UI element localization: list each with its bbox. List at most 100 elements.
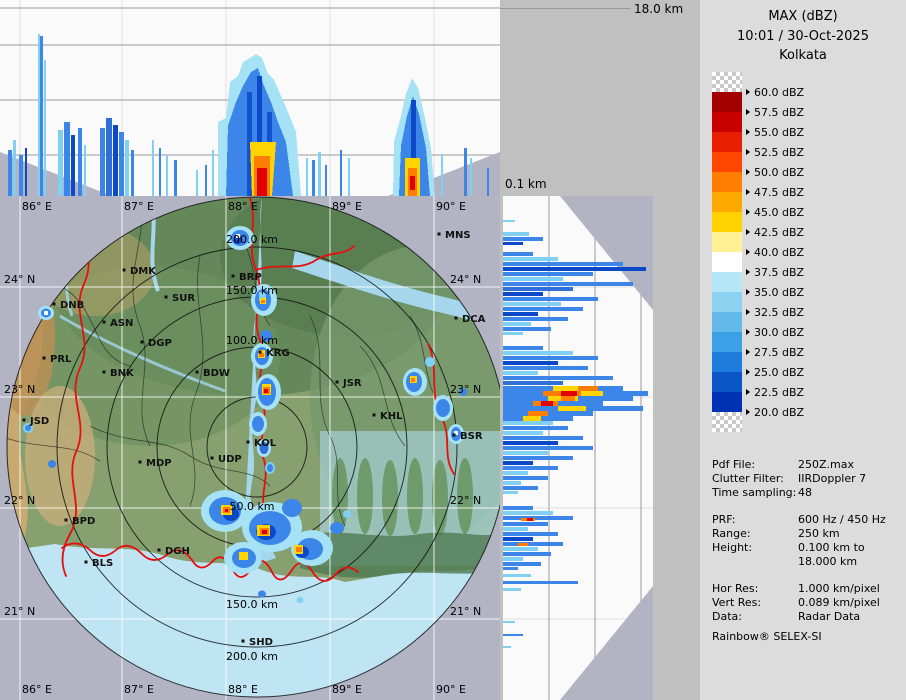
right-cross-section-plot	[503, 196, 653, 700]
city-label: KOL	[254, 438, 277, 449]
min-height-label: 0.1 km	[505, 177, 547, 191]
scale-color-swatch	[712, 112, 742, 132]
scale-row: 30.0 dBZ	[712, 312, 902, 339]
city-dot	[231, 274, 235, 278]
meta-row: Data: Radar Data	[712, 610, 904, 624]
city-label: BSR	[460, 431, 483, 442]
meta-label	[712, 555, 798, 569]
radar-display-screen: 18.0 km 0.1 km 86° E 86° E 87° E 87° E 8…	[0, 0, 906, 700]
city-dot	[84, 560, 88, 564]
city-label: JSD	[29, 416, 49, 427]
city-dot	[64, 518, 68, 522]
city-dot	[258, 350, 262, 354]
range-ring-label: 150.0 km	[226, 284, 278, 297]
city-dot	[22, 418, 26, 422]
city-dot	[102, 320, 106, 324]
longitude-label: 87° E	[124, 200, 154, 213]
scale-color-swatch	[712, 172, 742, 192]
legend-header: MAX (dBZ) 10:01 / 30-Oct-2025 Kolkata	[700, 0, 906, 66]
range-ring-label: 100.0 km	[226, 334, 278, 347]
scale-row: 32.5 dBZ	[712, 292, 902, 319]
meta-value: 600 Hz / 450 Hz	[798, 513, 886, 526]
city-label: KHL	[380, 411, 403, 422]
latitude-label: 21° N	[4, 605, 35, 618]
scale-color-swatch	[712, 392, 742, 412]
scan-datetime: 10:01 / 30-Oct-2025	[737, 28, 869, 44]
scale-row: 25.0 dBZ	[712, 352, 902, 379]
meta-label: PRF:	[712, 513, 736, 526]
scale-color-swatch	[712, 152, 742, 172]
meta-value: 48	[798, 486, 812, 499]
scale-color-swatch	[712, 352, 742, 372]
scale-row: 20.0 dBZ	[712, 392, 902, 419]
scale-row	[712, 412, 902, 432]
city-dot	[452, 433, 456, 437]
meta-row: Time sampling: 48	[712, 486, 904, 500]
map-panel: 86° E 86° E 87° E 87° E 88° E 88° E 89° E 89° E…	[0, 196, 508, 700]
top-panel-echoes	[8, 34, 489, 196]
meta-value: Radar Data	[798, 610, 861, 623]
latitude-label: 24° N	[450, 273, 481, 286]
city-dot	[210, 456, 214, 460]
meta-value: 18.000 km	[798, 555, 858, 568]
city-dot	[195, 370, 199, 374]
scale-row: 27.5 dBZ	[712, 332, 902, 359]
city-label: BLS	[92, 558, 113, 569]
meta-value: 1.000 km/pixel	[798, 582, 880, 595]
range-ring-label: 200.0 km	[226, 650, 278, 663]
city-label: DNB	[60, 300, 84, 311]
scale-row: 45.0 dBZ	[712, 192, 902, 219]
scale-color-swatch	[712, 372, 742, 392]
meta-label: Clutter Filter:	[712, 472, 784, 485]
city-dot	[102, 370, 106, 374]
city-dot	[138, 460, 142, 464]
city-label: MDP	[146, 458, 172, 469]
latitude-label: 23° N	[450, 383, 481, 396]
top-cross-section-panel	[0, 0, 500, 196]
scale-row: 40.0 dBZ	[712, 232, 902, 259]
city-dot	[164, 295, 168, 299]
city-dot	[52, 302, 56, 306]
city-dot	[454, 316, 458, 320]
longitude-label: 86° E	[22, 683, 52, 696]
top-cross-section-plot	[0, 0, 500, 196]
range-ring-label: 50.0 km	[229, 500, 274, 513]
city-dot	[42, 356, 46, 360]
radar-map: 86° E 86° E 87° E 87° E 88° E 88° E 89° E 89° E…	[0, 196, 508, 700]
meta-label: Height:	[712, 541, 753, 554]
meta-label: Time sampling:	[712, 486, 797, 499]
city-label: DGP	[148, 338, 172, 349]
longitude-label: 90° E	[436, 200, 466, 213]
longitude-label: 88° E	[228, 200, 258, 213]
city-label: PRL	[50, 354, 72, 365]
city-label: BPD	[72, 516, 95, 527]
legend-panel: MAX (dBZ) 10:01 / 30-Oct-2025 Kolkata 60…	[700, 0, 906, 700]
height-axis-line	[500, 8, 630, 9]
longitude-label: 89° E	[332, 683, 362, 696]
city-dot	[122, 268, 126, 272]
scale-color-swatch	[712, 412, 742, 432]
product-metadata: Pdf File: 250Z.max Clutter Filter: IIRDoppl…	[712, 458, 904, 624]
meta-value: 0.100 km to	[798, 541, 865, 554]
latitude-label: 22° N	[4, 494, 35, 507]
scale-color-swatch	[712, 232, 742, 252]
scale-color-swatch	[712, 132, 742, 152]
meta-row: Pdf File: 250Z.max	[712, 458, 904, 472]
scale-row: 52.5 dBZ	[712, 132, 902, 159]
scale-row: 60.0 dBZ	[712, 72, 902, 99]
color-scale: 60.0 dBZ 57.5 dBZ 55.0 dBZ 52.5 dBZ 50.0 dBZ…	[712, 72, 902, 432]
meta-label: Pdf File:	[712, 458, 756, 471]
meta-row: Hor Res: 1.000 km/pixel	[712, 582, 904, 596]
scale-color-swatch	[712, 92, 742, 112]
scale-color-swatch	[712, 192, 742, 212]
city-label: BNK	[110, 368, 135, 379]
city-label: BRP	[239, 272, 262, 283]
scale-row: 47.5 dBZ	[712, 172, 902, 199]
city-label: DGH	[165, 546, 190, 557]
meta-value: 250 km	[798, 527, 840, 540]
meta-label: Vert Res:	[712, 596, 762, 609]
city-label: BDW	[203, 368, 230, 379]
scale-row: 42.5 dBZ	[712, 212, 902, 239]
city-label: KRG	[266, 348, 290, 359]
latitude-label: 24° N	[4, 273, 35, 286]
